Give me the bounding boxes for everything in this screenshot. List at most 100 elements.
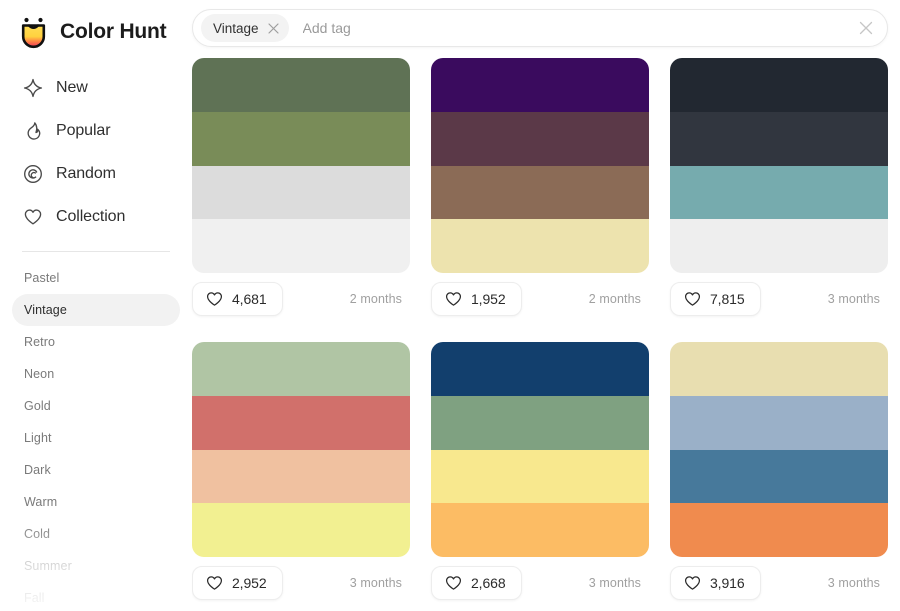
color-swatch[interactable]: [431, 219, 649, 273]
color-swatch[interactable]: [431, 165, 649, 220]
palette-timestamp: 3 months: [827, 576, 880, 590]
color-swatch[interactable]: [670, 395, 888, 450]
color-swatch[interactable]: [670, 58, 888, 112]
color-swatch[interactable]: [192, 449, 410, 504]
color-hunt-app: Color Hunt New Popular Random Collection…: [0, 0, 900, 611]
color-swatch[interactable]: [192, 111, 410, 166]
palette-card: 7,815 3 months: [670, 58, 888, 325]
palette-timestamp: 3 months: [588, 576, 641, 590]
palette-swatches[interactable]: [431, 58, 649, 273]
color-swatch[interactable]: [431, 503, 649, 557]
tag-filter-pastel[interactable]: Pastel: [12, 262, 180, 294]
sidebar-item-random[interactable]: Random: [12, 152, 180, 195]
color-swatch[interactable]: [192, 395, 410, 450]
color-swatch[interactable]: [670, 449, 888, 504]
heart-icon: [683, 290, 701, 308]
palette-footer: 2,668 3 months: [431, 557, 649, 609]
heart-icon: [22, 206, 43, 227]
brand-header[interactable]: Color Hunt: [0, 0, 192, 52]
palette-timestamp: 2 months: [588, 292, 641, 306]
flame-icon: [22, 120, 43, 141]
like-count: 3,916: [710, 575, 745, 591]
palette-footer: 2,952 3 months: [192, 557, 410, 609]
color-swatch[interactable]: [431, 58, 649, 112]
tag-filter-dark[interactable]: Dark: [12, 454, 180, 486]
like-count: 2,668: [471, 575, 506, 591]
color-swatch[interactable]: [431, 342, 649, 396]
palette-card: 1,952 2 months: [431, 58, 649, 325]
tag-filter-fall[interactable]: Fall: [12, 582, 180, 611]
palette-footer: 3,916 3 months: [670, 557, 888, 609]
palette-swatches[interactable]: [670, 342, 888, 557]
color-swatch[interactable]: [431, 449, 649, 504]
tag-filter-warm[interactable]: Warm: [12, 486, 180, 518]
palette-footer: 4,681 2 months: [192, 273, 410, 325]
color-swatch[interactable]: [431, 395, 649, 450]
like-button[interactable]: 2,668: [431, 566, 522, 600]
palette-footer: 1,952 2 months: [431, 273, 649, 325]
active-tag-chip: Vintage: [201, 14, 289, 42]
palette-card: 2,668 3 months: [431, 342, 649, 609]
color-swatch[interactable]: [670, 342, 888, 396]
heart-icon: [444, 290, 462, 308]
tag-search-bar[interactable]: Vintage: [192, 9, 888, 47]
clear-search-icon[interactable]: [853, 15, 879, 41]
color-swatch[interactable]: [192, 219, 410, 273]
color-swatch[interactable]: [192, 58, 410, 112]
like-count: 7,815: [710, 291, 745, 307]
sidebar-item-collection[interactable]: Collection: [12, 195, 180, 238]
palette-swatches[interactable]: [670, 58, 888, 273]
sidebar-divider: [22, 251, 170, 252]
heart-icon: [205, 574, 223, 592]
like-count: 2,952: [232, 575, 267, 591]
like-button[interactable]: 4,681: [192, 282, 283, 316]
palette-swatches[interactable]: [431, 342, 649, 557]
search-input[interactable]: [288, 14, 853, 42]
tag-filter-vintage[interactable]: Vintage: [12, 294, 180, 326]
sidebar-item-label: Collection: [56, 207, 126, 225]
sidebar: Color Hunt New Popular Random Collection…: [0, 0, 192, 611]
close-icon[interactable]: [265, 19, 283, 37]
palette-swatches[interactable]: [192, 342, 410, 557]
color-swatch[interactable]: [192, 165, 410, 220]
palette-swatches[interactable]: [192, 58, 410, 273]
palette-footer: 7,815 3 months: [670, 273, 888, 325]
palette-card: 3,916 3 months: [670, 342, 888, 609]
sidebar-item-label: Popular: [56, 121, 111, 139]
palette-timestamp: 3 months: [349, 576, 402, 590]
color-swatch[interactable]: [670, 503, 888, 557]
color-swatch[interactable]: [670, 165, 888, 220]
color-swatch[interactable]: [670, 111, 888, 166]
sidebar-item-label: New: [56, 78, 88, 96]
color-swatch[interactable]: [192, 342, 410, 396]
like-button[interactable]: 2,952: [192, 566, 283, 600]
main-content: Vintage Add tag 4,681 2 months 1,952 2 m…: [192, 0, 900, 611]
active-tag-label: Vintage: [213, 20, 259, 36]
like-count: 4,681: [232, 291, 267, 307]
like-button[interactable]: 1,952: [431, 282, 522, 316]
heart-icon: [444, 574, 462, 592]
color-swatch[interactable]: [670, 219, 888, 273]
tag-filter-gold[interactable]: Gold: [12, 390, 180, 422]
tag-filter-cold[interactable]: Cold: [12, 518, 180, 550]
color-swatch[interactable]: [431, 111, 649, 166]
palette-timestamp: 2 months: [349, 292, 402, 306]
tag-filter-neon[interactable]: Neon: [12, 358, 180, 390]
tag-filter-list: Pastel Vintage Retro Neon Gold Light Dar…: [0, 262, 192, 611]
like-button[interactable]: 7,815: [670, 282, 761, 316]
heart-icon: [683, 574, 701, 592]
sidebar-item-popular[interactable]: Popular: [12, 109, 180, 152]
colorhunt-smiley-logo-icon: [18, 16, 49, 49]
palette-card: 2,952 3 months: [192, 342, 410, 609]
palette-grid: 4,681 2 months 1,952 2 months 7,815 3 mo…: [192, 58, 888, 609]
spiral-icon: [22, 163, 43, 184]
tag-filter-summer[interactable]: Summer: [12, 550, 180, 582]
heart-icon: [205, 290, 223, 308]
like-button[interactable]: 3,916: [670, 566, 761, 600]
palette-card: 4,681 2 months: [192, 58, 410, 325]
tag-filter-light[interactable]: Light: [12, 422, 180, 454]
palette-timestamp: 3 months: [827, 292, 880, 306]
tag-filter-retro[interactable]: Retro: [12, 326, 180, 358]
sidebar-item-new[interactable]: New: [12, 66, 180, 109]
color-swatch[interactable]: [192, 503, 410, 557]
